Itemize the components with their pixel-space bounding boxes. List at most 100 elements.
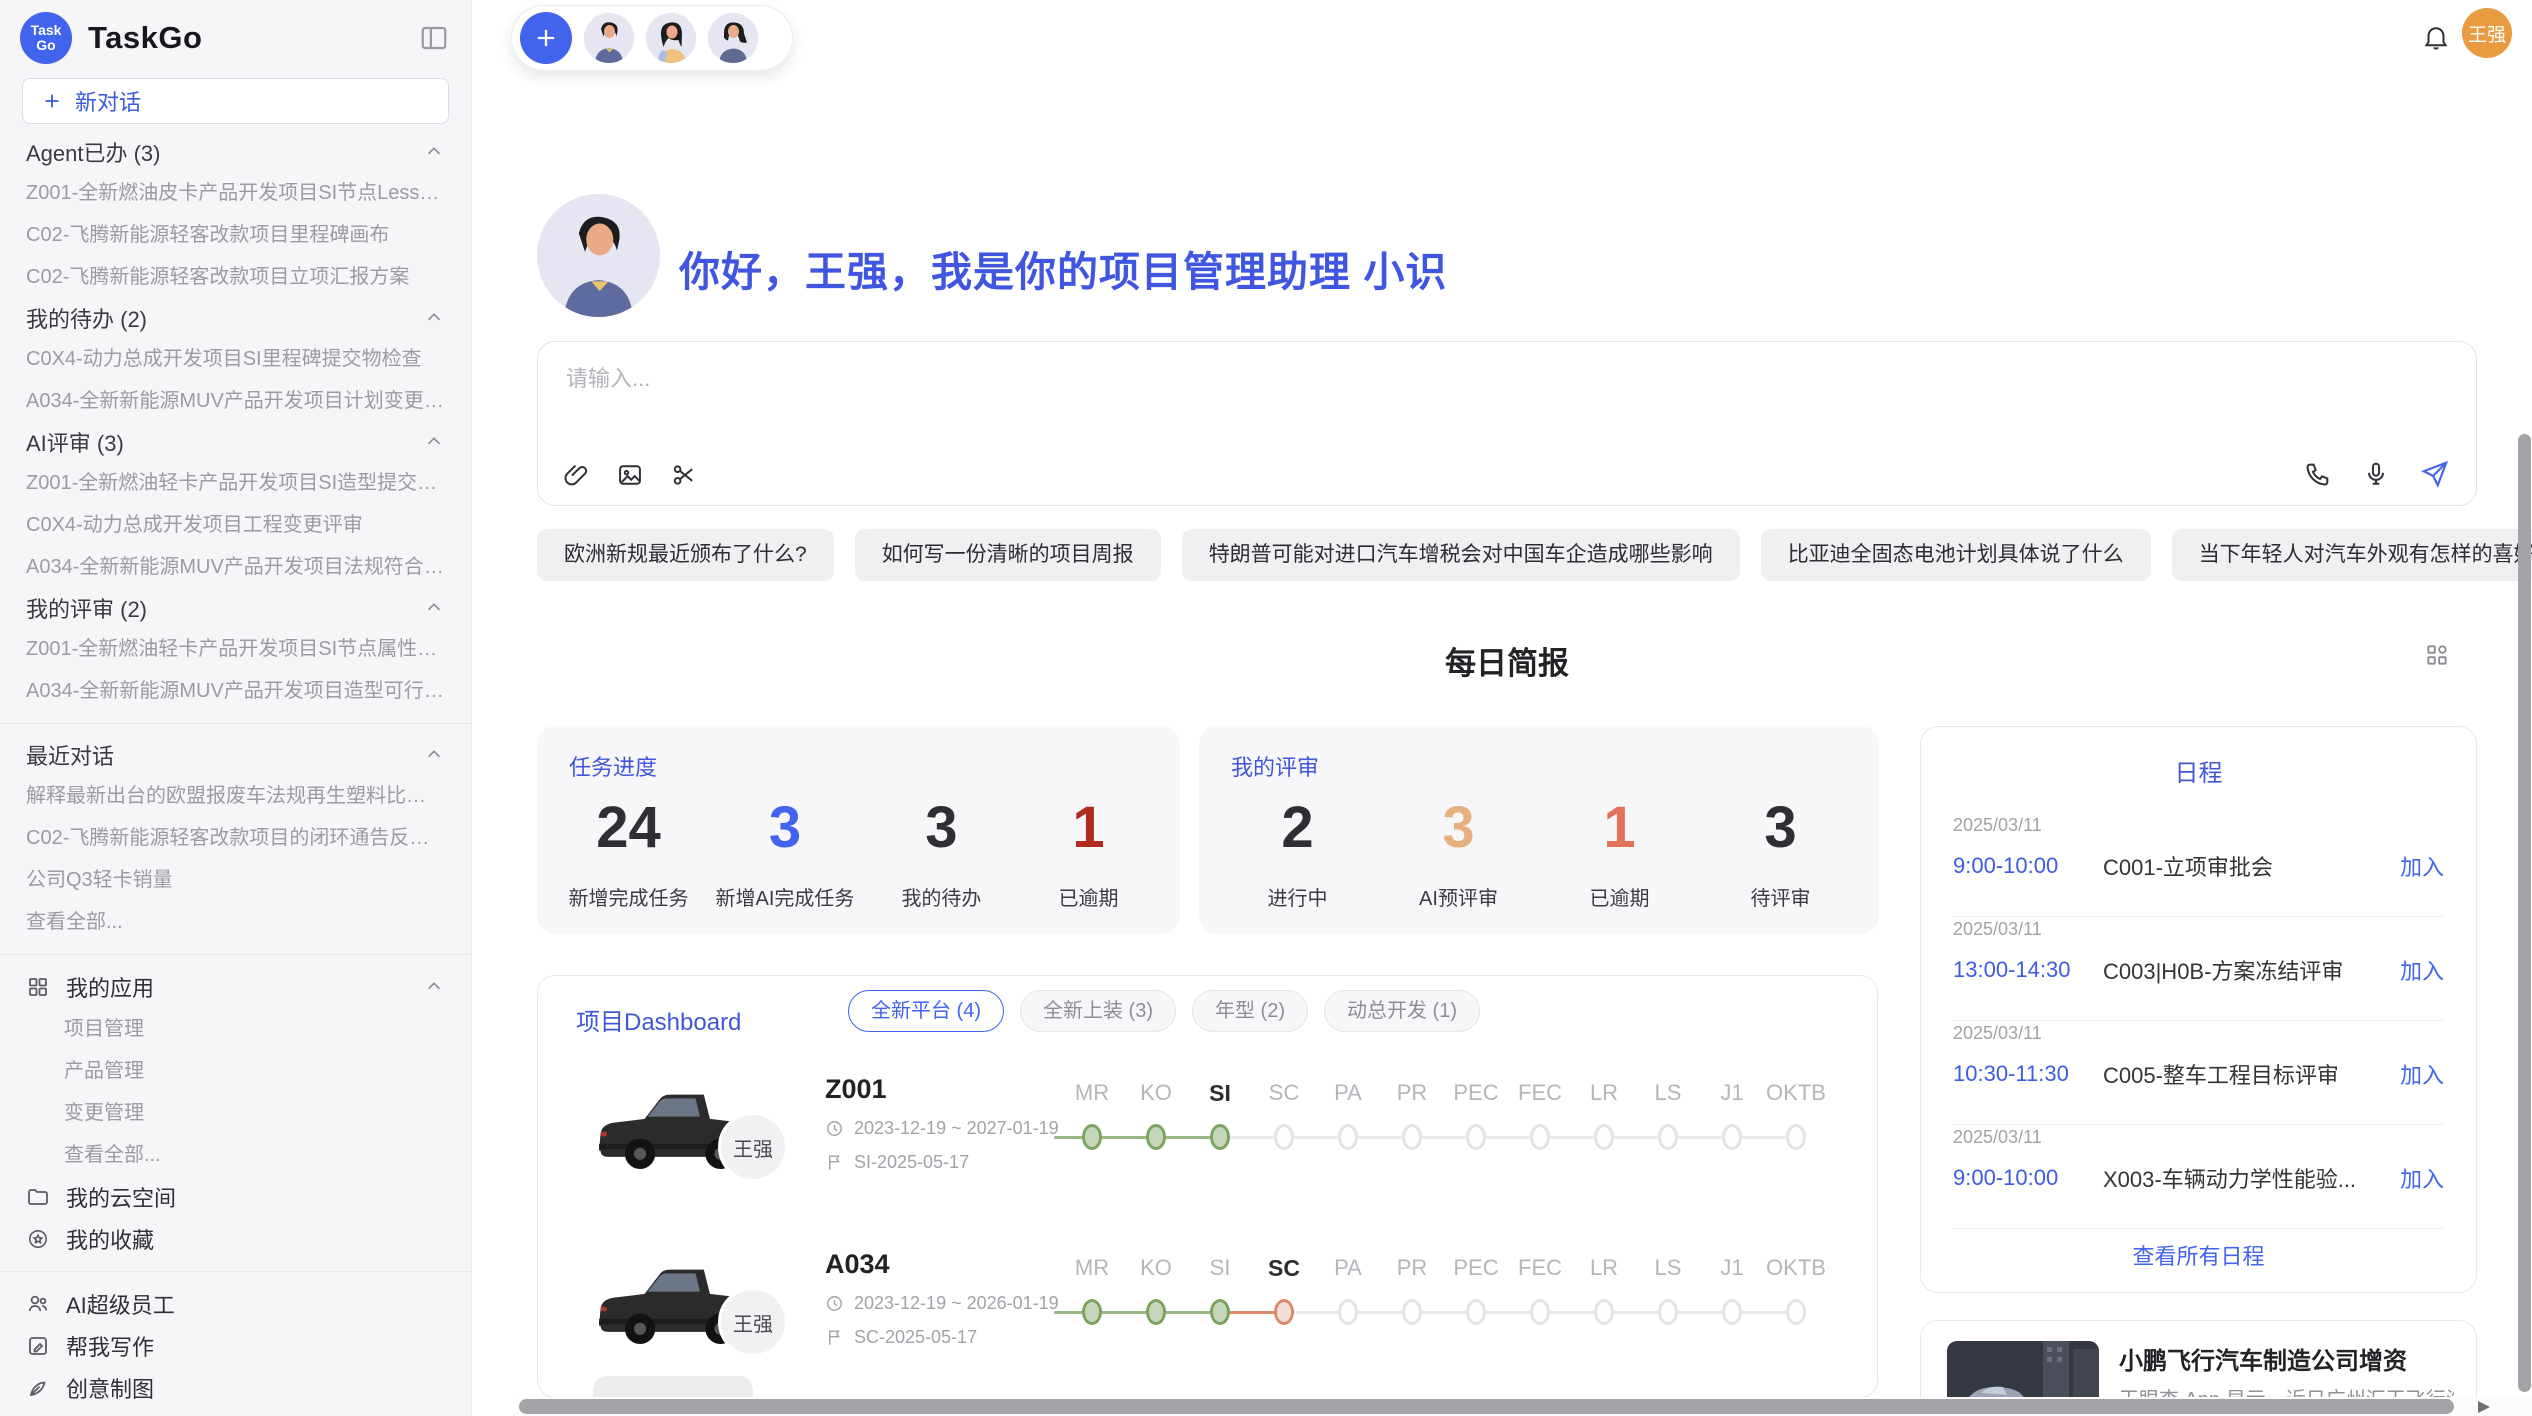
stat-overdue: 1 已逾期 — [1028, 796, 1148, 911]
project-row[interactable]: 王强 A034 2023-12-19 ~ 2026-01-19 SC-2025-… — [538, 1221, 1878, 1396]
scissors-icon[interactable] — [670, 461, 698, 489]
chevron-up-icon[interactable] — [423, 431, 445, 453]
tab-new-platform[interactable]: 全新平台 (4) — [848, 990, 1004, 1032]
paperclip-icon[interactable] — [562, 461, 590, 489]
phone-icon[interactable] — [2304, 460, 2332, 488]
join-link[interactable]: 加入 — [2400, 1162, 2444, 1194]
sidebar-app-product-mgmt[interactable]: 产品管理 — [0, 1050, 471, 1092]
mic-icon[interactable] — [2362, 460, 2390, 488]
send-icon[interactable] — [2420, 459, 2450, 489]
view-all-schedule-link[interactable]: 查看所有日程 — [1921, 1239, 2476, 1271]
image-icon[interactable] — [616, 461, 644, 489]
sidebar-item-creative-draw[interactable]: 创意制图 — [0, 1367, 471, 1409]
notification-bell-icon[interactable] — [2421, 22, 2451, 52]
join-link[interactable]: 加入 — [2400, 850, 2444, 882]
suggestion-chip[interactable]: 比亚迪全固态电池计划具体说了什么 — [1761, 529, 2151, 581]
ai-super-staff-label: AI超级员工 — [66, 1288, 175, 1320]
sidebar-app-change-mgmt[interactable]: 变更管理 — [0, 1092, 471, 1134]
agent-avatar[interactable] — [708, 13, 758, 63]
horizontal-scrollbar-track[interactable] — [517, 1397, 2532, 1416]
sidebar-task-item[interactable]: A034-全新新能源MUV产品开发项目法规符合性评审 — [0, 546, 471, 588]
project-dates: 2023-12-19 ~ 2026-01-19 — [825, 1293, 1059, 1314]
sidebar-item-ai-super-staff[interactable]: AI超级员工 — [0, 1283, 471, 1325]
tab-powertrain[interactable]: 动总开发 (1) — [1324, 990, 1480, 1032]
feather-pen-icon — [26, 1376, 50, 1400]
section-ai-review[interactable]: AI评审 (3) — [0, 422, 471, 462]
vertical-scrollbar-thumb[interactable] — [2518, 434, 2531, 1392]
sidebar-item-my-apps[interactable]: 我的应用 — [0, 966, 471, 1008]
sidebar-task-item[interactable]: C02-飞腾新能源轻客改款项目立项汇报方案 — [0, 256, 471, 298]
divider — [0, 723, 471, 724]
schedule-item: 2025/03/11 9:00-10:00 C001-立项审批会 加入 — [1953, 813, 2444, 917]
tab-new-body[interactable]: 全新上装 (3) — [1020, 990, 1176, 1032]
milestone-label: FEC — [1508, 1080, 1572, 1106]
milestone-dot — [1658, 1124, 1678, 1150]
horizontal-scrollbar-thumb[interactable] — [519, 1399, 2454, 1414]
sidebar-view-all-chats[interactable]: 查看全部... — [0, 901, 471, 943]
sidebar-app-view-all[interactable]: 查看全部... — [0, 1134, 471, 1176]
stat-new-ai-done: 3 新增AI完成任务 — [716, 796, 855, 911]
chat-input-card — [537, 341, 2477, 506]
milestone-dot — [1722, 1299, 1742, 1325]
milestone-dot — [1146, 1299, 1166, 1325]
chevron-up-icon[interactable] — [423, 744, 445, 766]
milestone-label: SI — [1188, 1080, 1252, 1107]
chat-input[interactable] — [566, 366, 2166, 392]
schedule-date: 2025/03/11 — [1953, 917, 2444, 940]
section-agent-done[interactable]: Agent已办 (3) — [0, 132, 471, 172]
sidebar-task-item[interactable]: Z001-全新燃油轻卡产品开发项目SI造型提交物评审 — [0, 462, 471, 504]
milestone-dot — [1594, 1124, 1614, 1150]
sidebar-task-item[interactable]: Z001-全新燃油皮卡产品开发项目SI节点Lesson Learn报告 — [0, 172, 471, 214]
chevron-up-icon[interactable] — [423, 976, 445, 998]
chevron-up-icon[interactable] — [423, 141, 445, 163]
sidebar-item-favorites[interactable]: 我的收藏 — [0, 1218, 471, 1260]
sidebar-item-help-write[interactable]: 帮我写作 — [0, 1325, 471, 1367]
join-link[interactable]: 加入 — [2400, 1058, 2444, 1090]
new-chat-button[interactable]: 新对话 — [22, 78, 449, 124]
greeting-text: 你好，王强，我是你的项目管理助理 小识 — [679, 238, 1447, 298]
suggestion-chip[interactable]: 当下年轻人对汽车外观有怎样的喜好趋势 — [2172, 529, 2532, 581]
project-owner-avatar: 王强 — [718, 1112, 788, 1182]
section-recent-chats[interactable]: 最近对话 — [0, 735, 471, 775]
sidebar-chat-item[interactable]: 公司Q3轻卡销量 — [0, 859, 471, 901]
schedule-card: 日程 2025/03/11 9:00-10:00 C001-立项审批会 加入 2… — [1920, 726, 2477, 1293]
assistant-avatar — [537, 194, 660, 317]
section-my-review[interactable]: 我的评审 (2) — [0, 588, 471, 628]
sidebar-item-cloud-space[interactable]: 我的云空间 — [0, 1176, 471, 1218]
sidebar-chat-item[interactable]: C02-飞腾新能源轻客改款项目的闭环通告反馈情况 — [0, 817, 471, 859]
suggestion-chip[interactable]: 特朗普可能对进口汽车增税会对中国车企造成哪些影响 — [1182, 529, 1740, 581]
briefing-layout-icon[interactable] — [2424, 642, 2450, 668]
sidebar-chat-item[interactable]: 解释最新出台的欧盟报废车法规再生塑料比例被调至15%... — [0, 775, 471, 817]
stat-review-overdue: 1 已逾期 — [1560, 796, 1680, 911]
flag-icon — [825, 1328, 844, 1347]
agent-avatar[interactable] — [646, 13, 696, 63]
sidebar-collapse-icon[interactable] — [419, 23, 449, 53]
sidebar-task-item[interactable]: A034-全新新能源MUV产品开发项目造型可行性评审 — [0, 670, 471, 712]
chevron-up-icon[interactable] — [423, 307, 445, 329]
milestone-dot — [1786, 1299, 1806, 1325]
chevron-up-icon[interactable] — [423, 597, 445, 619]
project-row[interactable]: 王强 Z001 2023-12-19 ~ 2027-01-19 SI-2025-… — [538, 1046, 1878, 1221]
milestone-dot — [1274, 1124, 1294, 1150]
milestone-label: J1 — [1700, 1255, 1764, 1281]
join-link[interactable]: 加入 — [2400, 954, 2444, 986]
scroll-right-arrow[interactable] — [2478, 1401, 2490, 1413]
agent-avatar[interactable] — [584, 13, 634, 63]
suggestion-chips: 欧洲新规最近颁布了什么? 如何写一份清晰的项目周报 特朗普可能对进口汽车增税会对… — [537, 529, 2477, 581]
schedule-item: 2025/03/11 9:00-10:00 X003-车辆动力学性能验... 加… — [1953, 1125, 2444, 1229]
sidebar-app-project-mgmt[interactable]: 项目管理 — [0, 1008, 471, 1050]
suggestion-chip[interactable]: 欧洲新规最近颁布了什么? — [537, 529, 834, 581]
tab-year-model[interactable]: 年型 (2) — [1192, 990, 1308, 1032]
sidebar-task-item[interactable]: C02-飞腾新能源轻客改款项目里程碑画布 — [0, 214, 471, 256]
add-agent-button[interactable] — [520, 12, 572, 64]
suggestion-chip[interactable]: 如何写一份清晰的项目周报 — [855, 529, 1161, 581]
schedule-time: 9:00-10:00 — [1953, 1165, 2103, 1191]
sidebar-task-item[interactable]: A034-全新新能源MUV产品开发项目计划变更表编写 — [0, 380, 471, 422]
sidebar-task-item[interactable]: C0X4-动力总成开发项目工程变更评审 — [0, 504, 471, 546]
sidebar-task-item[interactable]: Z001-全新燃油轻卡产品开发项目SI节点属性5D文件评审 — [0, 628, 471, 670]
sidebar: Task Go TaskGo 新对话 Agent已办 (3) Z001-全新燃油… — [0, 0, 472, 1416]
sidebar-task-item[interactable]: C0X4-动力总成开发项目SI里程碑提交物检查 — [0, 338, 471, 380]
user-avatar[interactable]: 王强 — [2462, 8, 2512, 58]
plus-icon — [532, 24, 560, 52]
section-my-todo[interactable]: 我的待办 (2) — [0, 298, 471, 338]
